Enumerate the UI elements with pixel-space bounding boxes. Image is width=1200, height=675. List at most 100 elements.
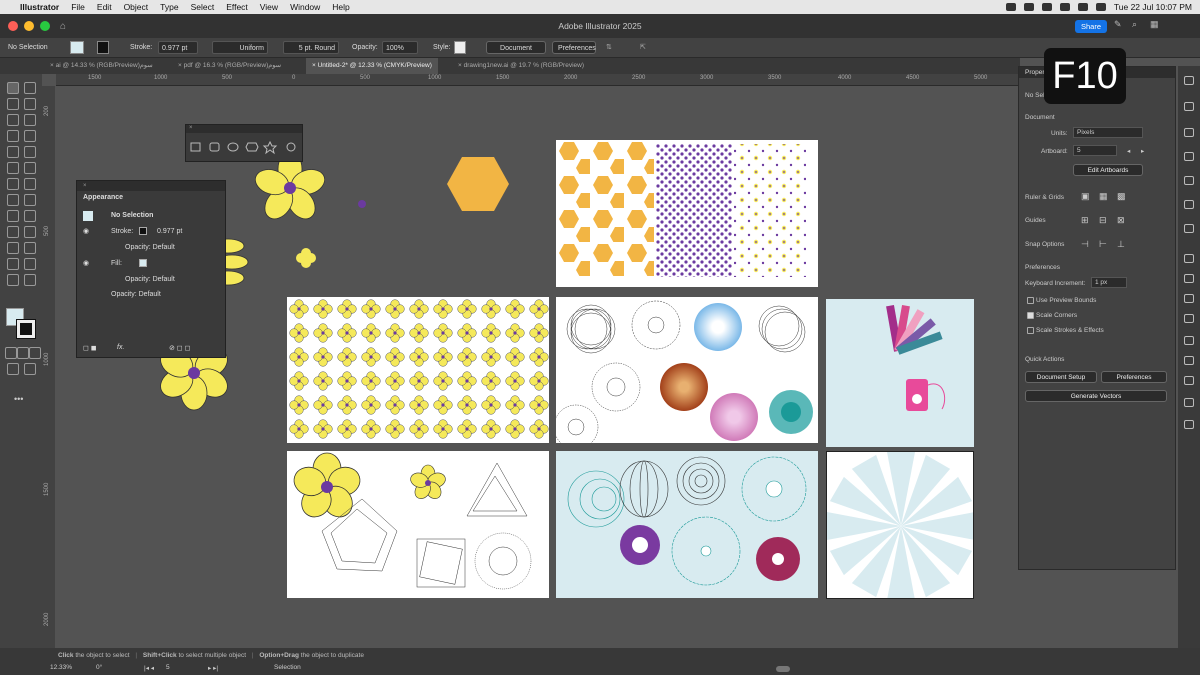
pathfinder-panel-icon[interactable] [1184, 376, 1194, 385]
use-preview-bounds-checkbox[interactable]: Use Preview Bounds [1027, 297, 1096, 304]
gradient-mode-icon[interactable] [17, 347, 29, 359]
stroke-panel-icon[interactable] [1184, 314, 1194, 323]
horizontal-scrollbar-thumb[interactable] [776, 666, 790, 672]
doc-tab-4[interactable]: × drawing1new.ai @ 19.7 % (RGB/Preview) [458, 58, 584, 74]
rectangle-shape-icon[interactable] [190, 142, 201, 152]
dot-pattern[interactable] [656, 144, 732, 277]
flower-pattern[interactable] [734, 144, 806, 277]
snap-glyph-icon[interactable]: ⊥ [1117, 239, 1125, 250]
graphic-style-swatch[interactable] [454, 41, 466, 54]
shaper-tool-icon[interactable] [7, 162, 19, 174]
opacity-input[interactable]: 100% [382, 41, 418, 54]
none-mode-icon[interactable] [29, 347, 41, 359]
menu-edit[interactable]: Edit [97, 2, 112, 12]
orange-hexagon[interactable] [446, 155, 512, 215]
more-tools-icon[interactable]: ••• [14, 394, 23, 404]
gradient-panel-icon[interactable] [1184, 420, 1194, 429]
minimize-window-button[interactable] [24, 21, 34, 31]
guides-lock-icon[interactable]: ⊟ [1099, 215, 1107, 226]
share-button[interactable]: Share [1075, 20, 1107, 33]
edit-artboards-button[interactable]: Edit Artboards [1073, 164, 1143, 176]
scale-corners-checkbox[interactable]: Scale Corners [1027, 312, 1077, 319]
scale-tool-icon[interactable] [24, 178, 36, 190]
artboard-sunburst[interactable] [826, 451, 974, 599]
opacity-row-2[interactable]: Opacity: Default [125, 276, 175, 283]
doc-tab-1[interactable]: × ai @ 14.33 % (RGB/Preview)سوم [50, 58, 153, 74]
polygon-shape-icon[interactable] [245, 142, 259, 152]
opacity-row-1[interactable]: Opacity: Default [125, 244, 175, 251]
paintbrush-tool-icon[interactable] [24, 146, 36, 158]
status-icon-1[interactable] [1005, 3, 1016, 11]
clock[interactable]: Tue 22 Jul 10:07 PM [1114, 2, 1192, 12]
layers-panel-icon[interactable] [1184, 102, 1194, 111]
menu-window[interactable]: Window [290, 2, 320, 12]
yellow-flower-small[interactable] [296, 248, 316, 268]
guides-show-icon[interactable]: ⊞ [1081, 215, 1089, 226]
artboard-flower-grid[interactable] [287, 297, 549, 443]
panel-close-icon[interactable]: × [77, 181, 225, 191]
properties-tab[interactable]: Proper [1025, 69, 1045, 76]
swatches-panel-icon[interactable] [1184, 152, 1194, 161]
small-flower[interactable] [409, 464, 448, 502]
stroke-color-swatch[interactable] [16, 319, 36, 339]
doc-tab-2[interactable]: × pdf @ 16.3 % (RGB/Preview)سوم [178, 58, 281, 74]
symbol-sprayer-tool-icon[interactable] [7, 242, 19, 254]
horizontal-ruler[interactable]: 1500 1000 500 0 500 1000 1500 2000 2500 … [56, 74, 1020, 86]
quick-document-setup-button[interactable]: Document Setup [1025, 371, 1097, 383]
clear-appearance-icon[interactable]: ⊘ ◻ ◻ [169, 344, 190, 352]
menu-effect[interactable]: Effect [226, 2, 248, 12]
brushes-panel-icon[interactable] [1184, 176, 1194, 185]
align-panel-icon[interactable] [1184, 336, 1194, 345]
generate-vectors-button[interactable]: Generate Vectors [1025, 390, 1167, 402]
slice-tool-icon[interactable] [24, 258, 36, 270]
learn-icon[interactable]: ✎ [1114, 19, 1122, 30]
wifi-icon[interactable] [1077, 3, 1088, 11]
paragraph-panel-icon[interactable] [1184, 274, 1194, 283]
ellipse-shape-icon[interactable] [227, 142, 239, 152]
ruler-icon[interactable]: ▣ [1081, 191, 1090, 202]
properties-panel-icon[interactable] [1184, 76, 1194, 85]
eye-icon[interactable]: ◉ [83, 227, 89, 235]
snap-point-icon[interactable]: ⊣ [1081, 239, 1089, 250]
rotate-tool-icon[interactable] [7, 178, 19, 190]
purple-dot[interactable] [358, 200, 366, 208]
selection-tool-icon[interactable] [7, 82, 19, 94]
status-icon-2[interactable] [1023, 3, 1034, 11]
artboard-number[interactable]: 5 [166, 664, 170, 671]
opacity-row-3[interactable]: Opacity: Default [111, 291, 161, 298]
menu-select[interactable]: Select [191, 2, 215, 12]
magic-wand-tool-icon[interactable] [7, 98, 19, 110]
rectangle-tool-icon[interactable] [7, 146, 19, 158]
yellow-flower-large[interactable] [252, 151, 328, 224]
artboard-line-art[interactable] [287, 451, 549, 598]
stroke-row-label[interactable]: Stroke: [111, 228, 133, 235]
type-tool-icon[interactable] [7, 130, 19, 142]
fx-button[interactable]: fx. [117, 344, 124, 351]
artboard-prev-icon[interactable]: ◂ [1127, 147, 1130, 155]
eye-icon[interactable]: ◉ [83, 259, 89, 267]
doc-tab-3[interactable]: × Untitled-2* @ 12.33 % (CMYK/Preview) [306, 58, 438, 74]
menu-app-name[interactable]: Illustrator [20, 2, 59, 12]
lasso-tool-icon[interactable] [24, 98, 36, 110]
transparency-panel-icon[interactable] [1184, 398, 1194, 407]
panel-close-icon[interactable]: × [186, 125, 302, 133]
hand-tool-icon[interactable] [7, 274, 19, 286]
fill-row-label[interactable]: Fill: [111, 260, 122, 267]
menu-object[interactable]: Object [124, 2, 149, 12]
flare-shape-icon[interactable] [286, 142, 296, 152]
stroke-row-value[interactable]: 0.977 pt [157, 228, 182, 235]
workspace-icon[interactable]: ▦ [1150, 19, 1159, 30]
flower-with-purple-center[interactable] [290, 452, 363, 523]
menu-help[interactable]: Help [332, 2, 349, 12]
artboard-fan-deck[interactable] [826, 299, 974, 447]
search-icon[interactable]: ⌕ [1132, 19, 1137, 30]
hexagon-pattern[interactable] [556, 140, 654, 277]
color-panel-icon[interactable] [1184, 224, 1194, 233]
rotation-angle[interactable]: 0° [96, 664, 102, 671]
eyedropper-tool-icon[interactable] [7, 226, 19, 238]
blend-tool-icon[interactable] [24, 226, 36, 238]
menu-view[interactable]: View [260, 2, 278, 12]
smart-guides-icon[interactable]: ⊠ [1117, 215, 1125, 226]
character-panel-icon[interactable] [1184, 254, 1194, 263]
rounded-rect-shape-icon[interactable] [209, 142, 220, 152]
